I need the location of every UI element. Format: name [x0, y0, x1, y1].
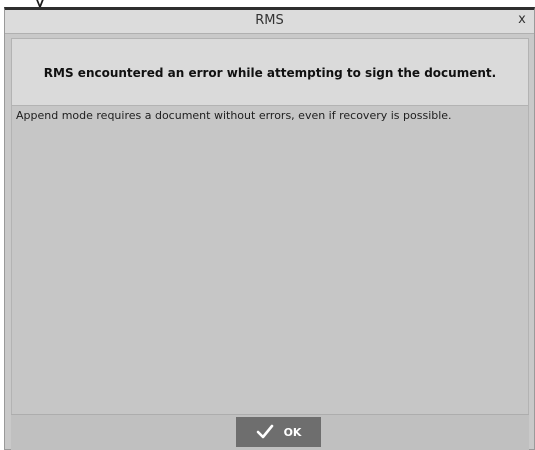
dialog-titlebar[interactable]: RMS x	[5, 10, 534, 34]
error-heading: RMS encountered an error while attemptin…	[43, 66, 497, 80]
screen: y RMS x RMS encountered an error while a…	[0, 0, 535, 450]
error-detail-text: Append mode requires a document without …	[16, 109, 452, 122]
dialog-title: RMS	[255, 13, 284, 28]
error-dialog: RMS x RMS encountered an error while att…	[4, 7, 535, 450]
close-icon[interactable]: x	[514, 12, 530, 28]
error-details: Append mode requires a document without …	[11, 106, 529, 414]
ok-button[interactable]: OK	[236, 417, 321, 447]
ok-button-label: OK	[283, 425, 302, 439]
dialog-header: RMS encountered an error while attemptin…	[11, 38, 529, 106]
dialog-footer: OK	[11, 414, 529, 450]
checkmark-icon	[256, 424, 274, 440]
